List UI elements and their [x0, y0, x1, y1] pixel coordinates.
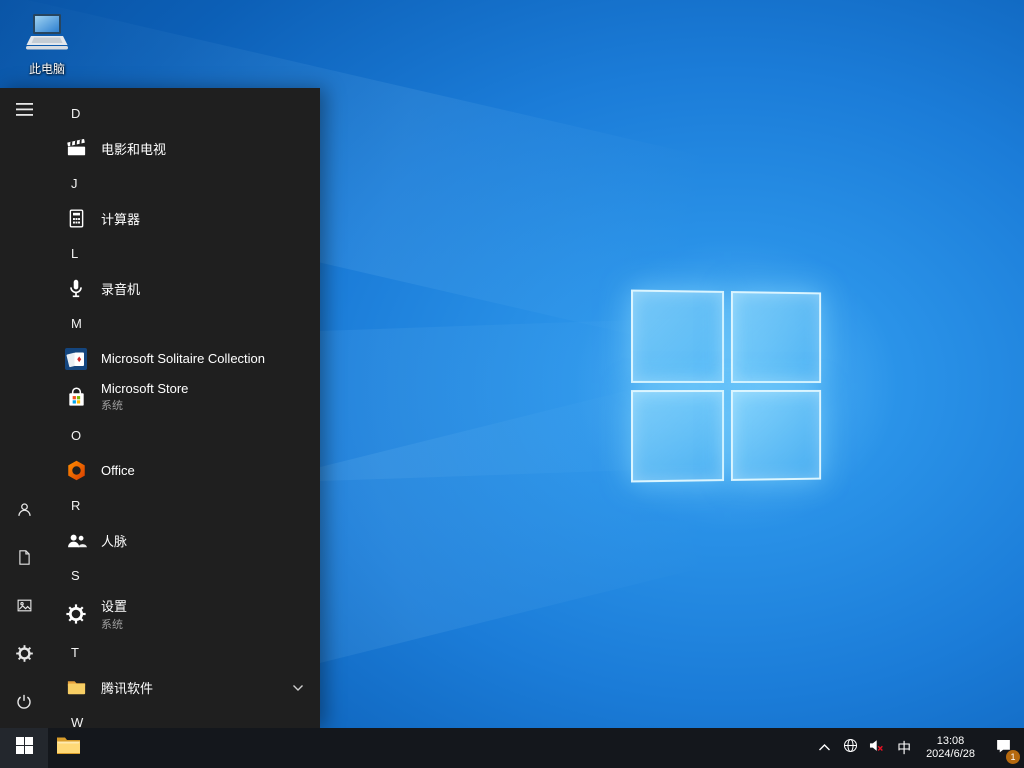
network-button[interactable]	[837, 728, 863, 768]
chevron-down-icon[interactable]	[292, 684, 304, 692]
calculator-icon	[60, 203, 92, 235]
desktop-screen: 此电脑 D 电影和电视 J 计算器 L 录音机 M Microsoft Soli…	[0, 0, 1024, 768]
user-avatar-icon	[15, 500, 34, 524]
app-section-letter-o[interactable]: O	[48, 418, 320, 453]
taskbar: 中 13:08 2024/6/28 1	[0, 728, 1024, 768]
app-section-letter-r[interactable]: R	[48, 488, 320, 523]
volume-muted-icon	[867, 737, 885, 759]
pictures-icon	[15, 597, 34, 619]
start-menu-app-list: D 电影和电视 J 计算器 L 录音机 M Microsoft Solitair…	[48, 88, 320, 728]
app-item-microsoft-store[interactable]: Microsoft Store 系统	[48, 376, 320, 418]
logo-pane	[630, 289, 725, 383]
desktop-icon-label: 此电脑	[28, 62, 65, 76]
office-icon	[60, 455, 92, 487]
notification-badge: 1	[1006, 750, 1020, 764]
clock-date: 2024/6/28	[926, 748, 975, 760]
app-label: Microsoft Solitaire Collection	[101, 351, 266, 366]
app-item-people[interactable]: 人脉	[48, 523, 320, 558]
app-label: Office	[101, 463, 135, 478]
app-label: 设置	[101, 599, 128, 614]
app-item-office[interactable]: Office	[48, 453, 320, 488]
start-button[interactable]	[0, 728, 48, 768]
start-menu-rail	[0, 88, 48, 728]
laptop-icon	[24, 12, 70, 57]
taskbar-clock[interactable]: 13:08 2024/6/28	[919, 728, 982, 768]
app-section-letter-l[interactable]: L	[48, 236, 320, 271]
app-label: 电影和电视	[101, 142, 167, 157]
app-label: 人脉	[101, 534, 128, 549]
documents-button[interactable]	[0, 536, 48, 584]
logo-pane	[630, 389, 725, 483]
solitaire-icon	[60, 343, 92, 375]
tray-overflow-button[interactable]	[811, 728, 837, 768]
settings-gear-icon	[15, 644, 34, 668]
people-icon	[60, 525, 92, 557]
power-icon	[15, 693, 33, 716]
app-item-calculator[interactable]: 计算器	[48, 201, 320, 236]
app-section-letter-d[interactable]: D	[48, 96, 320, 131]
movies-tv-icon	[60, 133, 92, 165]
file-explorer-button[interactable]	[48, 728, 88, 768]
hamburger-icon	[15, 103, 33, 121]
app-item-solitaire[interactable]: Microsoft Solitaire Collection	[48, 341, 320, 376]
desktop-icon-this-pc[interactable]: 此电脑	[8, 8, 86, 81]
app-sublabel: 系统	[101, 400, 123, 412]
documents-icon	[16, 548, 33, 572]
app-label: 录音机	[101, 282, 141, 297]
app-item-movies-tv[interactable]: 电影和电视	[48, 131, 320, 166]
system-tray: 中 13:08 2024/6/28 1	[811, 728, 1024, 768]
volume-button[interactable]	[863, 728, 889, 768]
app-section-letter-m[interactable]: M	[48, 306, 320, 341]
app-section-letter-w[interactable]: W	[48, 705, 320, 728]
taskbar-empty-area	[88, 728, 811, 768]
app-section-letter-s[interactable]: S	[48, 558, 320, 593]
app-item-voice-recorder[interactable]: 录音机	[48, 271, 320, 306]
start-menu: D 电影和电视 J 计算器 L 录音机 M Microsoft Solitair…	[0, 88, 320, 728]
file-explorer-icon	[56, 735, 81, 761]
pictures-button[interactable]	[0, 584, 48, 632]
voice-recorder-icon	[60, 273, 92, 305]
start-windows-icon	[15, 737, 33, 759]
app-item-tencent-folder[interactable]: 腾讯软件	[48, 670, 320, 705]
settings-button[interactable]	[0, 632, 48, 680]
logo-pane	[730, 389, 822, 481]
app-item-settings[interactable]: 设置 系统	[48, 593, 320, 635]
app-label: 计算器	[101, 212, 141, 227]
ime-indicator[interactable]: 中	[889, 728, 919, 768]
windows-wallpaper-logo	[630, 289, 822, 483]
user-account-button[interactable]	[0, 488, 48, 536]
store-icon	[60, 381, 92, 413]
expand-menu-button[interactable]	[0, 88, 48, 136]
app-sublabel: 系统	[101, 619, 123, 631]
logo-pane	[730, 291, 822, 383]
app-label: 腾讯软件	[101, 681, 154, 696]
power-button[interactable]	[0, 680, 48, 728]
app-label: Microsoft Store	[101, 381, 189, 396]
network-globe-icon	[842, 737, 859, 759]
folder-icon	[60, 672, 92, 704]
settings-gear-icon	[60, 598, 92, 630]
chevron-up-icon	[818, 739, 831, 757]
action-center-button[interactable]: 1	[982, 728, 1024, 768]
clock-time: 13:08	[936, 735, 965, 747]
app-section-letter-t[interactable]: T	[48, 635, 320, 670]
app-section-letter-j[interactable]: J	[48, 166, 320, 201]
